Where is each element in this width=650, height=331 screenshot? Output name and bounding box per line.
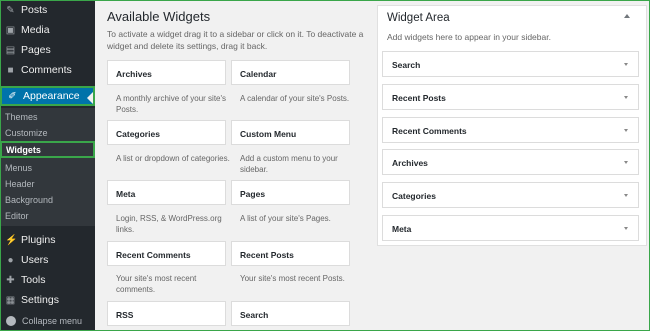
- brush-icon: ✐: [8, 90, 17, 102]
- pin-icon: ✎: [6, 4, 15, 16]
- appearance-submenu: Themes Customize Widgets Menus Header Ba…: [0, 108, 95, 226]
- sidebar-item-label: Pages: [21, 44, 51, 56]
- widget-description: A calendar of your site's Posts.: [240, 94, 350, 103]
- widget-description: Add a custom menu to your sidebar.: [240, 154, 338, 174]
- widget-rss[interactable]: RSS: [107, 301, 226, 326]
- area-widget-label: Recent Comments: [392, 126, 467, 136]
- submenu-item-background[interactable]: Background: [5, 195, 53, 205]
- sidebar-item-appearance[interactable]: ✐ Appearance: [0, 86, 95, 106]
- sidebar-item-posts[interactable]: ✎ Posts: [0, 0, 95, 20]
- widget-search[interactable]: Search: [231, 301, 350, 326]
- widget-meta[interactable]: Meta: [107, 180, 226, 205]
- sidebar-item-label: Settings: [21, 294, 59, 306]
- area-widget-recent-comments[interactable]: Recent Comments: [382, 117, 639, 143]
- area-widget-archives[interactable]: Archives: [382, 149, 639, 175]
- area-widget-recent-posts[interactable]: Recent Posts: [382, 84, 639, 110]
- collapse-toggle-icon[interactable]: [624, 14, 630, 18]
- submenu-item-editor[interactable]: Editor: [5, 211, 29, 221]
- caret-down-icon[interactable]: [624, 129, 628, 132]
- collapse-menu-label: Collapse menu: [22, 316, 83, 326]
- settings-icon: ▦: [5, 294, 16, 306]
- collapse-icon: [6, 316, 16, 326]
- area-widget-categories[interactable]: Categories: [382, 182, 639, 208]
- widget-archives[interactable]: Archives: [107, 60, 226, 85]
- widget-custom-menu[interactable]: Custom Menu: [231, 120, 350, 145]
- area-widget-label: Recent Posts: [392, 93, 446, 103]
- widget-recent-posts[interactable]: Recent Posts: [231, 241, 350, 266]
- area-widget-label: Search: [392, 60, 421, 70]
- caret-down-icon[interactable]: [624, 194, 628, 197]
- available-widgets-description: To activate a widget drag it to a sideba…: [107, 29, 364, 51]
- area-widget-meta[interactable]: Meta: [382, 215, 639, 241]
- widget-description: Your site's most recent Posts.: [240, 274, 345, 283]
- widget-description: A list of your site's Pages.: [240, 214, 331, 223]
- widget-description: Login, RSS, & WordPress.org links.: [116, 214, 222, 234]
- widget-calendar[interactable]: Calendar: [231, 60, 350, 85]
- caret-down-icon[interactable]: [624, 161, 628, 164]
- sidebar-item-pages[interactable]: ▤ Pages: [0, 40, 95, 60]
- sidebar-item-plugins[interactable]: ⚡ Plugins: [0, 230, 95, 250]
- widget-categories[interactable]: Categories: [107, 120, 226, 145]
- sidebar-item-label: Media: [21, 24, 50, 36]
- comment-icon: ■: [7, 64, 14, 76]
- area-widget-label: Archives: [392, 158, 428, 168]
- caret-down-icon[interactable]: [624, 63, 628, 66]
- sidebar-item-media[interactable]: ▣ Media: [0, 20, 95, 40]
- submenu-item-menus[interactable]: Menus: [5, 163, 32, 173]
- submenu-item-header[interactable]: Header: [5, 179, 35, 189]
- submenu-item-themes[interactable]: Themes: [5, 112, 38, 122]
- media-icon: ▣: [5, 24, 16, 36]
- submenu-item-widgets[interactable]: Widgets: [0, 141, 95, 158]
- widget-pages[interactable]: Pages: [231, 180, 350, 205]
- sidebar-item-label: Comments: [21, 64, 72, 76]
- widget-description: Your site's most recent comments.: [116, 274, 197, 294]
- sidebar-item-label: Tools: [21, 274, 46, 286]
- users-icon: ●: [7, 254, 14, 266]
- sidebar-item-label: Posts: [21, 4, 48, 16]
- caret-down-icon[interactable]: [624, 96, 628, 99]
- collapse-menu-button[interactable]: Collapse menu: [0, 313, 95, 329]
- sidebar-item-settings[interactable]: ▦ Settings: [0, 290, 95, 310]
- widget-description: A monthly archive of your site's Posts.: [116, 94, 227, 114]
- widget-area-title: Widget Area: [387, 12, 450, 24]
- widget-recent-comments[interactable]: Recent Comments: [107, 241, 226, 266]
- widget-area-description: Add widgets here to appear in your sideb…: [387, 32, 551, 42]
- plugin-icon: ⚡: [5, 234, 18, 246]
- widget-description: A list or dropdown of categories.: [116, 154, 230, 163]
- pages-icon: ▤: [5, 44, 16, 56]
- tools-icon: ✚: [6, 274, 15, 286]
- available-widgets-title: Available Widgets: [107, 9, 211, 24]
- sidebar-item-label: Users: [21, 254, 49, 266]
- area-widget-search[interactable]: Search: [382, 51, 639, 77]
- area-widget-label: Categories: [392, 191, 436, 201]
- admin-sidebar: ✎ Posts ▣ Media ▤ Pages ■ Comments ✐ App…: [0, 0, 95, 331]
- caret-down-icon[interactable]: [624, 227, 628, 230]
- sidebar-item-label: Appearance: [23, 90, 80, 102]
- sidebar-item-label: Plugins: [21, 234, 56, 246]
- sidebar-item-users[interactable]: ● Users: [0, 250, 95, 270]
- sidebar-item-tools[interactable]: ✚ Tools: [0, 270, 95, 290]
- submenu-item-customize[interactable]: Customize: [5, 128, 48, 138]
- area-widget-label: Meta: [392, 224, 412, 234]
- current-menu-arrow: [87, 92, 93, 104]
- sidebar-item-comments[interactable]: ■ Comments: [0, 60, 95, 80]
